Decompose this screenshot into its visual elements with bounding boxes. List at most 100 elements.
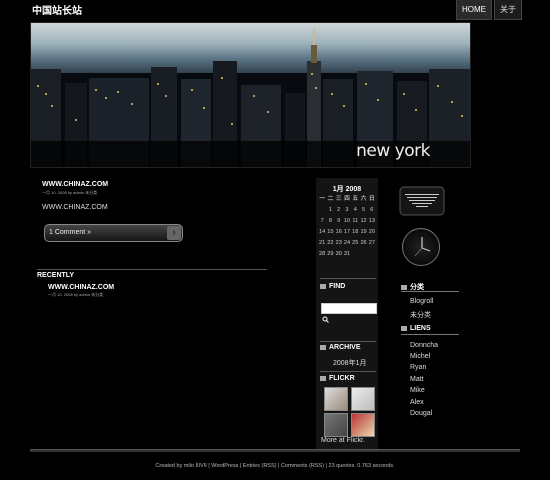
- flickr-thumbnail[interactable]: [324, 387, 348, 411]
- blogroll-link[interactable]: Matt: [410, 376, 424, 383]
- header-banner: new york: [30, 22, 471, 168]
- post-body: WWW.CHINAZ.COM: [42, 204, 108, 211]
- calendar-weekday: 五: [352, 196, 359, 202]
- calendar-day: 9: [337, 218, 341, 224]
- comments-button[interactable]: 1 Comment » ›: [44, 224, 183, 242]
- calendar-day: 16: [335, 229, 342, 235]
- blogroll-link[interactable]: Mike: [410, 387, 425, 394]
- clock-face: [414, 237, 431, 257]
- archive-link[interactable]: 2008年1月: [333, 358, 366, 368]
- category-link[interactable]: 未分类: [410, 310, 431, 320]
- calendar-day: 13: [368, 218, 375, 224]
- liens-heading-label: LIENS: [410, 325, 431, 332]
- find-heading-label: FIND: [329, 283, 346, 290]
- calendar-weekday: 日: [369, 196, 375, 202]
- calendar-day: 26: [360, 240, 367, 246]
- site-title[interactable]: 中国站长站: [32, 2, 82, 17]
- calendar-grid: 一 二 三 四 五 六 日 1 2 3 4 5 6 7 8 9 10 11 12…: [318, 196, 376, 258]
- search-input[interactable]: [321, 303, 377, 314]
- flickr-heading-label: FLICKR: [329, 375, 355, 382]
- calendar-day: 31: [343, 251, 351, 257]
- blogroll-link[interactable]: Ryan: [410, 364, 426, 371]
- categories-heading: 分类: [401, 282, 424, 292]
- blogroll-link[interactable]: Alex: [410, 399, 424, 406]
- arrow-right-icon[interactable]: ›: [167, 226, 181, 240]
- blogroll-link[interactable]: Michel: [410, 353, 430, 360]
- calendar-day: 28: [319, 251, 326, 257]
- calendar-day: 20: [368, 229, 375, 235]
- calendar-weekday: 一: [319, 196, 325, 202]
- calendar-day: 25: [352, 240, 359, 246]
- calendar-day: 1: [328, 207, 332, 213]
- blogroll-link[interactable]: Donncha: [410, 342, 438, 349]
- calendar-day: 5: [362, 207, 366, 213]
- calendar-day: 4: [353, 207, 357, 213]
- calendar-day: 3: [345, 207, 349, 213]
- calendar-day: 22: [327, 240, 334, 246]
- liens-divider: [401, 334, 459, 335]
- find-divider: [320, 278, 376, 279]
- comments-label: 1 Comment »: [49, 229, 92, 236]
- footer-text: Created by milo IIIVII | WordPress | Ent…: [155, 463, 395, 469]
- recent-item-title[interactable]: WWW.CHINAZ.COM: [48, 284, 114, 291]
- calendar-day: 14: [319, 229, 326, 235]
- flickr-thumbnail[interactable]: [351, 413, 375, 437]
- bullet-icon: [401, 326, 407, 331]
- calendar-day: 23: [335, 240, 342, 246]
- wifi-badge-icon: [399, 186, 445, 216]
- calendar-day: [359, 251, 367, 258]
- calendar-day: 8: [328, 218, 332, 224]
- recent-divider: [37, 269, 267, 270]
- calendar-day: 10: [343, 218, 351, 224]
- calendar-day: [351, 251, 359, 258]
- categories-heading-label: 分类: [410, 284, 424, 291]
- nav-home[interactable]: HOME: [456, 0, 492, 20]
- blogroll-link[interactable]: Dougal: [410, 410, 432, 417]
- flickr-thumbnail[interactable]: [351, 387, 375, 411]
- calendar-day: 15: [327, 229, 334, 235]
- top-nav: HOME 关于: [456, 0, 522, 20]
- bullet-icon: [320, 284, 326, 289]
- category-link[interactable]: Blogroll: [410, 298, 433, 305]
- calendar-day: [368, 251, 376, 258]
- liens-heading: LIENS: [401, 325, 431, 332]
- calendar-day: 19: [360, 229, 367, 235]
- calendar-title: 1月 2008: [332, 186, 362, 193]
- calendar-day: 6: [370, 207, 374, 213]
- calendar-day: 2: [337, 207, 341, 213]
- calendar-weekday: 三: [335, 196, 342, 202]
- nav-about[interactable]: 关于: [494, 0, 522, 20]
- calendar-day: 7: [320, 218, 324, 224]
- archive-heading-label: ARCHIVE: [329, 344, 361, 351]
- footer-divider: [30, 449, 520, 452]
- calendar-weekday: 二: [327, 196, 334, 202]
- calendar-weekday: 四: [344, 196, 350, 202]
- recent-item-meta: 一月 10, 2008 by admin 未分类: [48, 292, 104, 297]
- bullet-icon: [401, 284, 407, 290]
- flickr-more-link[interactable]: More at Flickr.: [321, 437, 365, 444]
- recent-heading: RECENTLY: [37, 272, 75, 279]
- calendar-day: 11: [352, 218, 359, 224]
- header-caption: new york: [356, 141, 430, 161]
- flickr-divider: [320, 371, 376, 372]
- post-meta: 一月 10, 2008 by admin 未分类: [42, 190, 98, 195]
- flickr-heading: FLICKR: [320, 375, 355, 382]
- archive-heading: ARCHIVE: [320, 344, 361, 351]
- calendar-day: 30: [335, 251, 342, 257]
- bullet-icon: [320, 345, 326, 350]
- search-icon-glyph: [322, 316, 329, 323]
- find-heading: FIND: [320, 283, 345, 290]
- calendar-day: 27: [368, 240, 375, 246]
- calendar-day: 17: [343, 229, 351, 235]
- search-icon[interactable]: [322, 316, 329, 325]
- flickr-thumbnail[interactable]: [324, 413, 348, 437]
- calendar-day: [318, 207, 326, 214]
- calendar-day: 21: [319, 240, 326, 246]
- calendar-weekday: 六: [360, 196, 367, 202]
- calendar-day: 29: [327, 251, 334, 257]
- calendar-day: 24: [343, 240, 351, 246]
- calendar-day: 18: [352, 229, 359, 235]
- archive-divider: [320, 341, 376, 342]
- post-title[interactable]: WWW.CHINAZ.COM: [42, 181, 108, 188]
- bullet-icon: [320, 376, 326, 381]
